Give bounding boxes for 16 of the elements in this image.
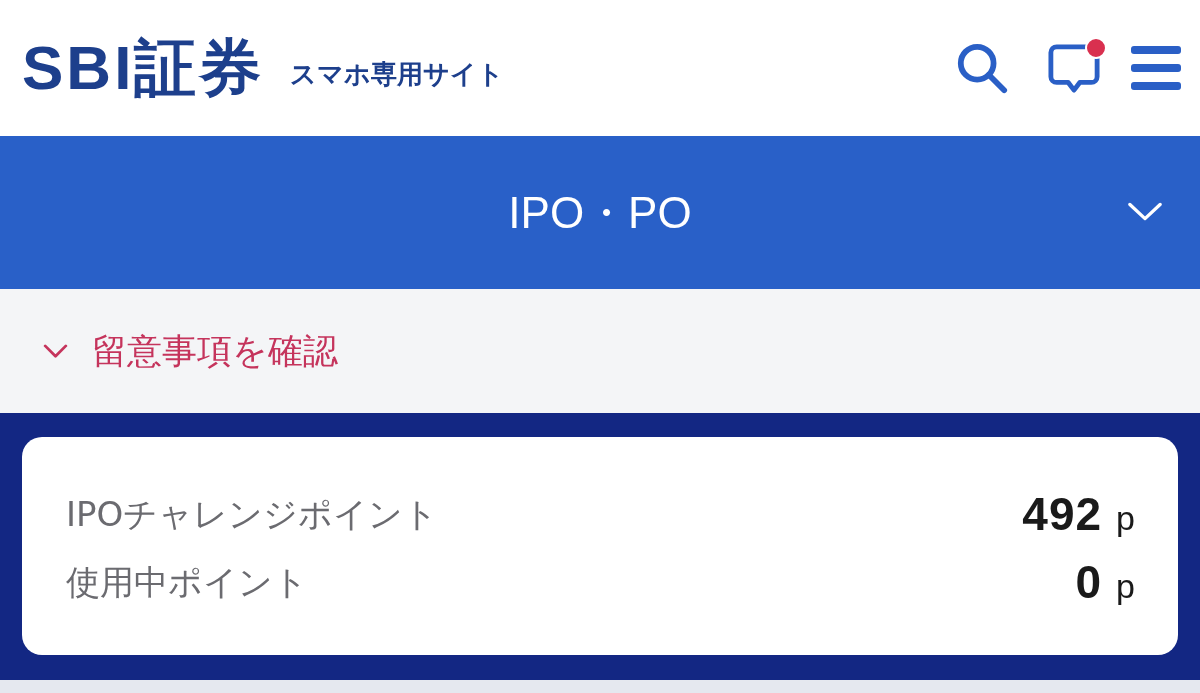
point-label: IPOチャレンジポイント [66, 497, 439, 531]
point-unit: p [1116, 569, 1135, 603]
point-value: 0 [1075, 559, 1103, 605]
chevron-down-icon [43, 343, 68, 359]
point-unit: p [1116, 501, 1135, 535]
point-label: 使用中ポイント [66, 565, 308, 599]
chat-bubble-icon [1047, 42, 1101, 94]
section-title: IPO・PO [508, 190, 692, 235]
search-icon [955, 41, 1009, 95]
menu-icon [1131, 44, 1181, 92]
logo[interactable]: SBI証券 [22, 37, 265, 99]
site-subtitle: スマホ専用サイト [290, 61, 505, 87]
point-value: 492 [1022, 491, 1103, 537]
section-header-bar[interactable]: IPO・PO [0, 136, 1200, 289]
chevron-down-icon[interactable] [1128, 202, 1162, 222]
notice-toggle[interactable]: 留意事項を確認 [43, 333, 338, 369]
